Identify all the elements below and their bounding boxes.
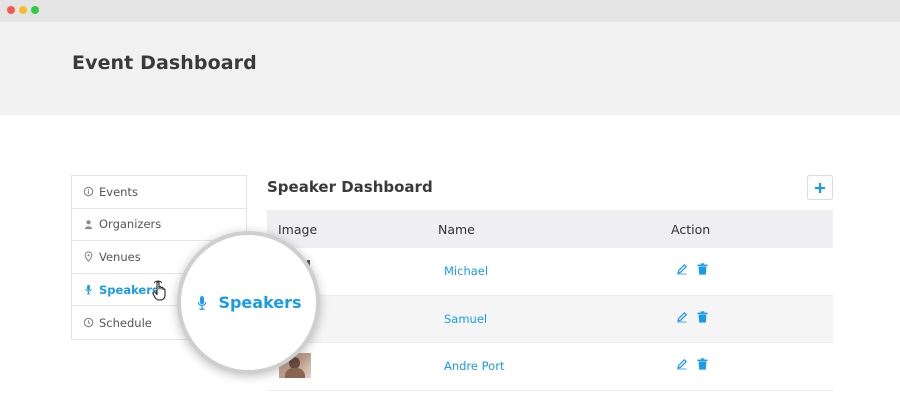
delete-icon[interactable] [697, 358, 708, 370]
magnified-speakers-item: Speakers [195, 293, 302, 312]
sidebar-item-label: Events [99, 184, 138, 199]
microphone-icon [82, 284, 94, 296]
speakers-table: Image Name Action Michael Samuel Andre P… [267, 210, 833, 391]
user-icon [82, 218, 94, 230]
sidebar-item-label: Schedule [99, 315, 152, 330]
microphone-icon [198, 295, 207, 310]
sidebar-item-label: Speakers [99, 282, 159, 297]
edit-icon[interactable] [676, 263, 688, 275]
plus-icon [815, 182, 825, 193]
hand-pointer-cursor-icon [151, 280, 169, 305]
speaker-name-link[interactable]: Michael [444, 264, 488, 278]
section-title: Speaker Dashboard [267, 178, 433, 196]
clock-icon [82, 317, 94, 329]
delete-icon[interactable] [697, 310, 708, 323]
location-pin-icon [82, 251, 94, 263]
page-title: Event Dashboard [72, 52, 257, 74]
maximize-window-button[interactable] [31, 6, 39, 14]
column-header-action: Action [671, 221, 711, 237]
sidebar-item-events[interactable]: Events [72, 176, 246, 209]
speaker-name-link[interactable]: Samuel [444, 312, 487, 326]
column-header-image: Image [278, 221, 318, 237]
table-header: Image Name Action [267, 210, 833, 248]
table-row: Samuel [267, 295, 833, 344]
edit-icon[interactable] [676, 311, 688, 323]
edit-icon[interactable] [676, 358, 688, 370]
close-window-button[interactable] [7, 6, 15, 14]
sidebar-item-label: Organizers [99, 217, 162, 232]
sidebar-item-label: Venues [99, 249, 141, 264]
magnified-speakers-label: Speakers [218, 293, 302, 312]
row-actions [676, 358, 708, 370]
row-actions [676, 310, 708, 323]
row-actions [676, 263, 708, 275]
info-icon [82, 186, 94, 198]
table-row: Andre Port [267, 343, 833, 391]
column-header-name: Name [438, 221, 475, 237]
delete-icon[interactable] [697, 263, 708, 275]
minimize-window-button[interactable] [19, 6, 27, 14]
magnifier-callout: Speakers [177, 231, 320, 374]
add-speaker-button[interactable] [807, 175, 833, 200]
window-titlebar [0, 0, 900, 22]
table-row: Michael [267, 248, 833, 296]
speaker-name-link[interactable]: Andre Port [444, 359, 504, 373]
